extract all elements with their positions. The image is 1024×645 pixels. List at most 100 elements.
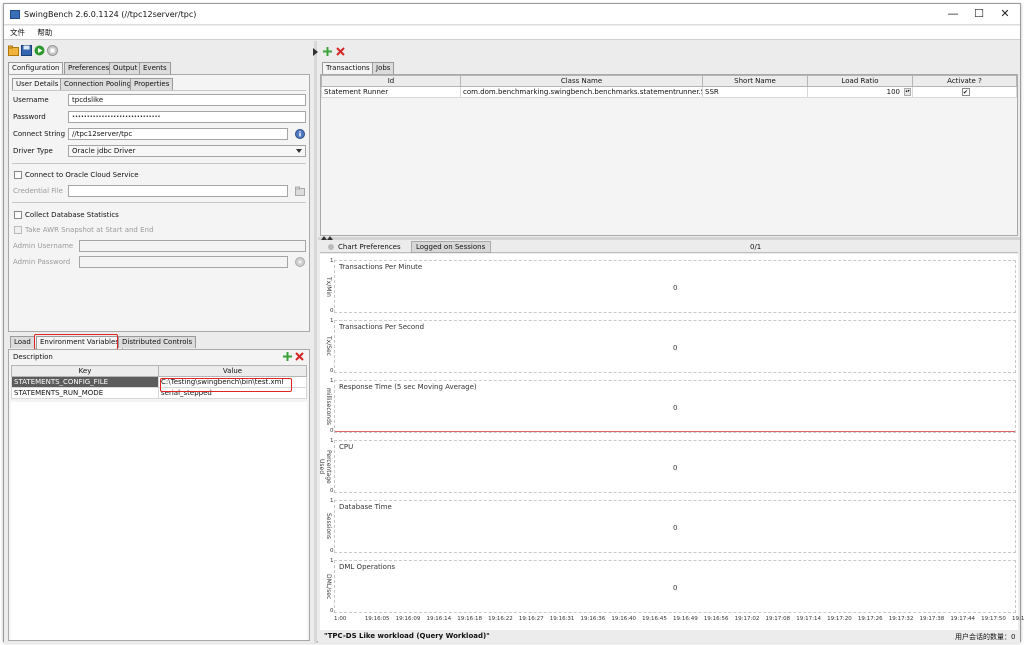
key-icon[interactable] (295, 257, 305, 267)
menu-file[interactable]: 文件 (10, 26, 25, 40)
tab-load[interactable]: Load (10, 336, 35, 348)
env-col-value[interactable]: Value (158, 365, 307, 377)
delete-icon[interactable] (295, 352, 304, 361)
transaction-id[interactable]: Statement Runner (321, 86, 461, 98)
workload-name: "TPC-DS Like workload (Query Workload)" (324, 632, 490, 640)
col-activate[interactable]: Activate ? (912, 75, 1017, 87)
driver-type-select[interactable]: Oracle jdbc Driver (68, 145, 306, 157)
folder-browse-icon[interactable] (295, 186, 305, 196)
swingbench-window: SwingBench 2.6.0.1124 (//tpc12server/tpc… (3, 3, 1024, 643)
chart-y-tick: 0 (330, 608, 334, 614)
chart-panel: Transactions Per Minute 0 (334, 260, 1016, 313)
chart-prefs-icon[interactable] (328, 244, 334, 250)
activate-checkbox[interactable]: ✔ (912, 86, 1017, 98)
chart-panel: Response Time (5 sec Moving Average) 0 (334, 380, 1016, 433)
chart-y-tick: 0 (330, 308, 334, 314)
left-toolbar (8, 45, 88, 57)
transactions-tabs: Transactions Jobs (322, 62, 522, 75)
left-pane: Configuration Preferences Output Events … (4, 41, 314, 643)
transaction-short-name[interactable]: SSR (702, 86, 808, 98)
tab-jobs[interactable]: Jobs (372, 62, 395, 74)
chart-panel: DML Operations 0 (334, 560, 1016, 613)
chart-y-tick: 1 (330, 558, 334, 564)
transactions-panel: Id Class Name Short Name Load Ratio Acti… (320, 74, 1018, 236)
chart-header: Chart Preferences Logged on Sessions 0/1 (320, 241, 1018, 253)
close-button[interactable]: ✕ (996, 7, 1014, 21)
chart-y-tick: 1 (330, 318, 334, 324)
x-axis-tick: 19:16:14 (426, 616, 452, 622)
chart-y-tick: 1 (330, 438, 334, 444)
x-axis-tick: 19:17:20 (827, 616, 852, 622)
credential-file-input[interactable] (68, 185, 288, 197)
chart-title: CPU (339, 443, 354, 451)
chart-y-tick: 0 (330, 368, 334, 374)
chart-y-label: Tx/Sec (325, 336, 332, 357)
tab-preferences[interactable]: Preferences (64, 62, 114, 74)
collect-stats-label: Collect Database Statistics (25, 211, 119, 219)
oracle-cloud-label: Connect to Oracle Cloud Service (25, 171, 139, 179)
tab-distributed-controls[interactable]: Distributed Controls (118, 336, 197, 348)
chart-value: 0 (673, 283, 678, 292)
chart-panel: Transactions Per Second 0 (334, 320, 1016, 373)
minimize-button[interactable]: — (944, 7, 962, 21)
col-id[interactable]: Id (321, 75, 461, 87)
x-axis-tick: 19:17:14 (796, 616, 821, 622)
open-folder-icon[interactable] (8, 45, 19, 56)
checkmark-icon[interactable]: ✔ (961, 88, 970, 96)
configuration-panel: User Details Connection Pooling Properti… (8, 74, 310, 332)
app-icon (10, 10, 20, 19)
env-col-key[interactable]: Key (11, 365, 159, 377)
awr-snapshot-checkbox[interactable] (14, 226, 22, 234)
horizontal-splitter[interactable] (318, 237, 1020, 240)
save-icon[interactable] (21, 45, 32, 56)
title-bar: SwingBench 2.6.0.1124 (//tpc12server/tpc… (4, 4, 1020, 25)
x-axis-tick: 19:17:50 (981, 616, 1006, 622)
chart-y-label: DML/sec (325, 573, 332, 600)
maximize-button[interactable]: ☐ (970, 7, 988, 21)
admin-username-input[interactable] (79, 240, 306, 252)
username-input[interactable]: tpcdslike (68, 94, 306, 106)
col-short-name[interactable]: Short Name (702, 75, 808, 87)
table-row[interactable]: Statement Runner com.dom.benchmarking.sw… (321, 86, 1017, 98)
col-load-ratio[interactable]: Load Ratio (807, 75, 913, 87)
connect-string-input[interactable]: //tpc12server/tpc (68, 128, 288, 140)
admin-password-input[interactable] (79, 256, 288, 268)
chevron-down-icon (296, 149, 302, 153)
menu-help[interactable]: 帮助 (37, 26, 52, 40)
chart-panel: CPU 0 (334, 440, 1016, 493)
x-axis-tick: 19:16:45 (642, 616, 667, 622)
chart-preferences-button[interactable]: Chart Preferences (338, 243, 401, 251)
x-axis-tick: 19:16:18 (457, 616, 482, 622)
sessions-count: 0/1 (750, 243, 762, 251)
col-class-name[interactable]: Class Name (460, 75, 703, 87)
env-key-cell[interactable]: STATEMENTS_RUN_MODE (11, 387, 159, 399)
spinner-arrows-icon[interactable]: ▴▾ (904, 88, 911, 96)
stop-icon[interactable] (47, 45, 58, 56)
vertical-splitter[interactable] (314, 41, 317, 643)
chart-y-tick: 0 (330, 488, 334, 494)
chart-y-label: Percentage Used (318, 449, 332, 484)
tab-properties[interactable]: Properties (130, 78, 174, 90)
tab-connection-pooling[interactable]: Connection Pooling (60, 78, 136, 90)
oracle-cloud-checkbox[interactable] (14, 171, 22, 179)
env-key-cell[interactable]: STATEMENTS_CONFIG_FILE (11, 376, 159, 388)
collect-stats-checkbox[interactable] (14, 211, 22, 219)
password-input[interactable]: •••••••••••••••••••••••••••••• (68, 111, 306, 123)
transaction-class-name[interactable]: com.dom.benchmarking.swingbench.benchmar… (460, 86, 703, 98)
chart-value: 0 (673, 583, 678, 592)
password-label: Password (13, 113, 46, 121)
add-icon[interactable] (283, 352, 292, 361)
start-icon[interactable] (34, 45, 45, 56)
remove-transaction-icon[interactable] (336, 47, 345, 56)
x-axis-tick: 19:17:38 (919, 616, 945, 622)
x-axis-tick: 19:17:56 (1012, 616, 1024, 622)
chart-value: 0 (673, 403, 678, 412)
add-transaction-icon[interactable] (323, 47, 332, 56)
tab-events[interactable]: Events (139, 62, 171, 74)
status-bar: "TPC-DS Like workload (Query Workload)" … (320, 630, 1018, 641)
load-ratio-spinner[interactable]: 100 ▴▾ (807, 86, 913, 98)
credential-file-label: Credential File (13, 187, 63, 195)
x-axis-tick: 1:00 (334, 616, 347, 622)
info-icon[interactable] (295, 129, 305, 139)
tab-output[interactable]: Output (109, 62, 142, 74)
